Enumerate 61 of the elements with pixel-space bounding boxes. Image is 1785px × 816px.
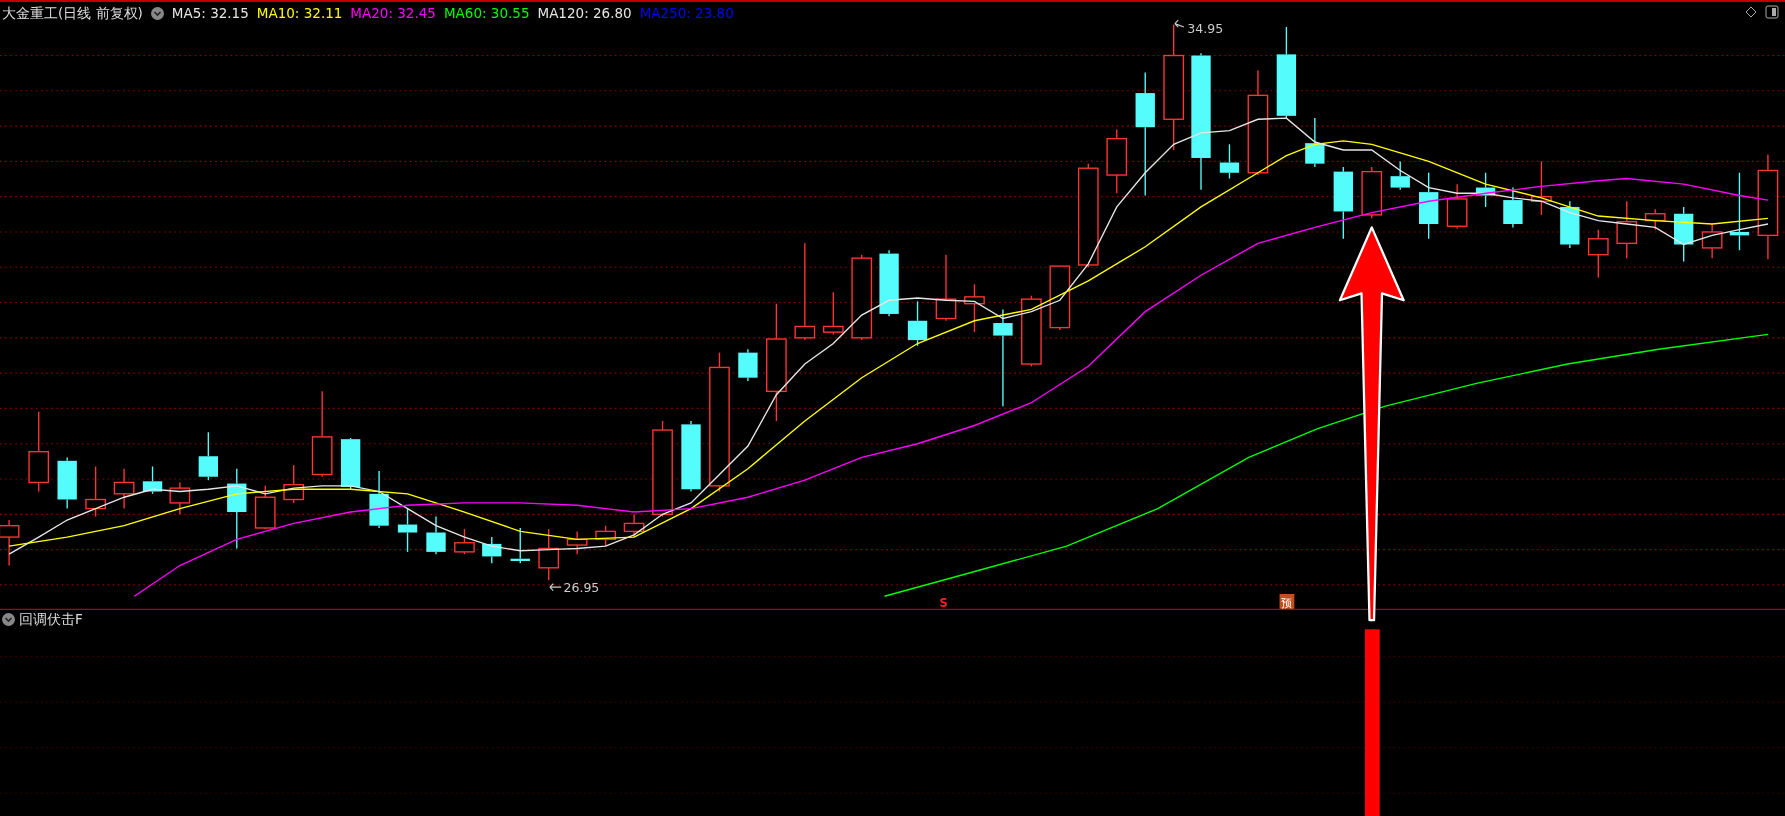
- candlestick: [738, 348, 758, 382]
- candlestick: [907, 300, 928, 347]
- candlestick: [1106, 128, 1128, 194]
- candlestick: [1587, 229, 1609, 279]
- candlestick: [1560, 200, 1580, 249]
- dropdown-icon[interactable]: [150, 6, 164, 20]
- candlestick: [1446, 183, 1468, 230]
- candlestick: [510, 527, 530, 564]
- candlestick: [935, 254, 957, 322]
- candlestick: [1305, 117, 1325, 168]
- candlestick: [169, 481, 191, 515]
- low-price-label: 26.95: [563, 579, 600, 595]
- indicator-label: MA60: 30.55: [443, 4, 530, 23]
- candlestick: [254, 485, 276, 530]
- dropdown-icon[interactable]: [2, 612, 15, 626]
- candlestick: [1674, 206, 1694, 263]
- candlestick: [198, 431, 218, 481]
- diamond-icon[interactable]: [1745, 6, 1757, 18]
- candlestick: [57, 456, 77, 510]
- candlestick: [1616, 200, 1638, 259]
- panel-toggle-icon[interactable]: [1765, 5, 1779, 19]
- candlestick: [1531, 160, 1552, 216]
- indicator-label: MA5: 32.15: [171, 4, 249, 23]
- arrow-icon: [1174, 19, 1185, 28]
- candlestick: [283, 464, 305, 504]
- candlestick: [566, 530, 588, 555]
- candlestick: [482, 536, 502, 564]
- candlestick: [964, 283, 985, 333]
- indicator-label: MA250: 23.80: [639, 4, 734, 23]
- candlestick: [1219, 143, 1240, 180]
- candlestick: [879, 249, 899, 317]
- candlestick: [397, 507, 418, 553]
- candlestick: [595, 525, 616, 547]
- indicator-label: MA120: 26.80: [537, 4, 632, 23]
- candlestick: [454, 528, 475, 555]
- candlestick: [426, 515, 446, 555]
- high-price-label: 34.95: [1187, 20, 1224, 36]
- candlestick: [1503, 186, 1523, 229]
- candlestick: [113, 468, 135, 510]
- candlestick: [1390, 160, 1410, 191]
- candlestick: [1701, 223, 1723, 259]
- candlestick: [1419, 172, 1439, 240]
- arrow-icon: [549, 583, 562, 592]
- candlestick: [623, 513, 645, 538]
- candlestick: [1361, 166, 1383, 219]
- indicator-label: MA10: 32.11: [256, 4, 343, 23]
- indicator-label: MA20: 32.45: [350, 4, 436, 23]
- candlestick: [85, 465, 106, 518]
- candlestick: [822, 291, 844, 336]
- sell-signal-marker: S: [939, 595, 948, 610]
- candlestick: [1021, 295, 1042, 367]
- candlestick: [142, 465, 163, 495]
- candlestick: [1049, 265, 1071, 331]
- candlestick: [369, 470, 389, 529]
- candlestick: [1644, 208, 1666, 231]
- candlestick: [538, 528, 560, 582]
- candlestick: [340, 437, 361, 490]
- stock-title: 大金重工(日线 前复权): [2, 4, 143, 23]
- forecast-signal-badge: 预: [1279, 594, 1295, 610]
- indicator-title: 回调伏击F: [19, 610, 83, 629]
- candlestick: [1475, 172, 1496, 208]
